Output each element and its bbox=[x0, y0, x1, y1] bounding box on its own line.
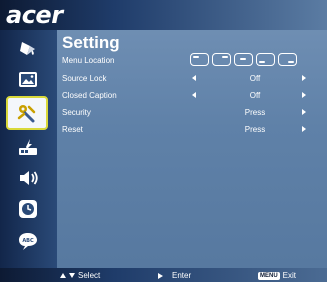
setting-icon bbox=[17, 105, 36, 123]
exit-label: Exit bbox=[282, 271, 297, 280]
sidebar-item-timer[interactable] bbox=[8, 194, 48, 224]
security-label: Security bbox=[62, 108, 91, 117]
closed-caption-left-arrow[interactable] bbox=[192, 91, 196, 98]
reset-value: Press bbox=[244, 125, 266, 134]
menu-key-icon: MENU bbox=[258, 271, 280, 280]
sidebar: ABC bbox=[0, 30, 57, 268]
svg-text:ABC: ABC bbox=[22, 238, 34, 244]
closed-caption-row[interactable]: Closed Caption Off bbox=[62, 90, 312, 104]
security-right-arrow[interactable] bbox=[302, 108, 306, 115]
security-value: Press bbox=[244, 108, 266, 117]
reset-right-arrow[interactable] bbox=[302, 125, 306, 132]
enter-hint: Enter bbox=[158, 271, 191, 280]
timer-icon bbox=[19, 200, 37, 218]
source-lock-right-arrow[interactable] bbox=[302, 74, 306, 81]
closed-caption-value: Off bbox=[249, 91, 261, 100]
menu-location-label: Menu Location bbox=[62, 56, 115, 65]
up-arrow-icon bbox=[60, 273, 66, 278]
source-lock-label: Source Lock bbox=[62, 74, 107, 83]
sidebar-item-image[interactable] bbox=[8, 65, 48, 95]
image-icon bbox=[19, 72, 37, 87]
menu-location-options bbox=[190, 53, 297, 66]
sidebar-item-setting[interactable] bbox=[6, 96, 48, 130]
audio-icon bbox=[20, 171, 38, 185]
source-lock-left-arrow[interactable] bbox=[192, 74, 196, 81]
closed-caption-right-arrow[interactable] bbox=[302, 91, 306, 98]
enter-label: Enter bbox=[172, 271, 192, 280]
location-bottom-left-icon[interactable] bbox=[256, 53, 275, 66]
location-top-right-icon[interactable] bbox=[212, 53, 231, 66]
select-hint: Select bbox=[60, 271, 100, 280]
down-arrow-icon bbox=[69, 273, 75, 278]
source-lock-value: Off bbox=[249, 74, 261, 83]
osd-menu: acer ABC Setting Menu Location Source Lo… bbox=[0, 0, 327, 282]
sidebar-item-management[interactable] bbox=[8, 132, 48, 162]
source-lock-row[interactable]: Source Lock Off bbox=[62, 73, 312, 87]
acer-logo: acer bbox=[6, 1, 63, 29]
language-icon: ABC bbox=[19, 233, 37, 250]
exit-hint: MENU Exit bbox=[258, 271, 296, 280]
sidebar-item-language[interactable]: ABC bbox=[8, 226, 48, 256]
bottom-bar: Select Enter MENU Exit bbox=[0, 268, 327, 282]
right-arrow-icon bbox=[158, 272, 163, 279]
reset-row[interactable]: Reset Press bbox=[62, 124, 312, 138]
reset-label: Reset bbox=[62, 125, 83, 134]
sidebar-item-color[interactable] bbox=[8, 34, 48, 64]
page-title: Setting bbox=[62, 33, 120, 52]
top-bar: acer bbox=[0, 0, 327, 30]
security-row[interactable]: Security Press bbox=[62, 107, 312, 121]
location-bottom-right-icon[interactable] bbox=[278, 53, 297, 66]
location-top-left-icon[interactable] bbox=[190, 53, 209, 66]
location-center-icon[interactable] bbox=[234, 53, 253, 66]
closed-caption-label: Closed Caption bbox=[62, 91, 117, 100]
color-icon bbox=[20, 42, 35, 55]
management-icon bbox=[19, 139, 37, 155]
sidebar-item-audio[interactable] bbox=[8, 163, 48, 193]
select-label: Select bbox=[78, 271, 101, 280]
